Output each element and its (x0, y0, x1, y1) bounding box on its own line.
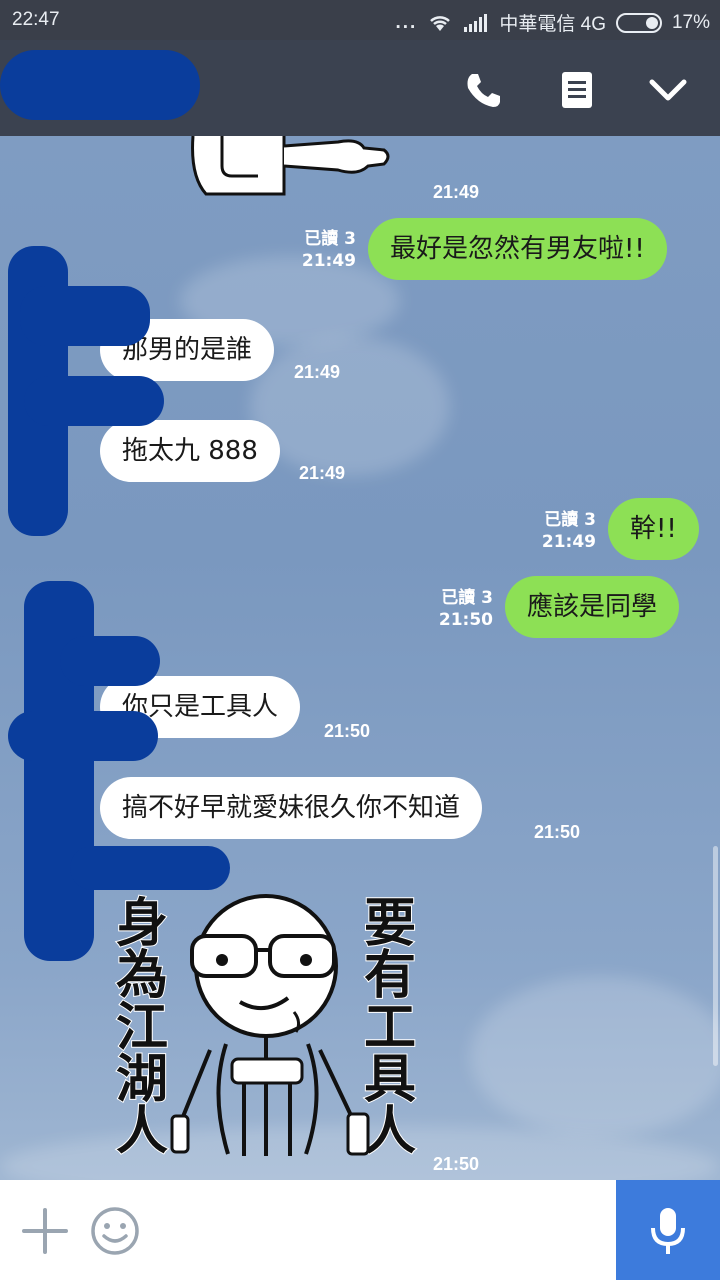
outgoing-message[interactable]: 最好是忽然有男友啦!! (368, 218, 667, 280)
sticker-text-left: 身 為 江 湖 人 (115, 894, 169, 1162)
tool-man-sticker[interactable]: 身 為 江 湖 人 要 有 工 具 人 (110, 894, 430, 1164)
message-time: 21:50 (534, 822, 581, 842)
read-count: 已讀 3 (441, 588, 493, 608)
redacted-contact-name (0, 50, 200, 120)
status-indicators: ... 中華電信 4G 17% (396, 9, 711, 36)
redacted-avatar (24, 376, 164, 426)
background-cloud (250, 336, 450, 476)
chat-messages[interactable]: 21:49 已讀 3 21:49 最好是忽然有男友啦!! 那男的是誰 21:49… (0, 136, 720, 1180)
incoming-message[interactable]: 拖太九 888 (100, 420, 280, 482)
redacted-avatar (8, 711, 158, 761)
microphone-icon (651, 1208, 685, 1254)
message-time: 21:49 (301, 251, 356, 271)
read-receipt: 已讀 3 21:50 (433, 587, 493, 631)
scrollbar[interactable] (713, 846, 718, 1066)
emoji-icon[interactable] (90, 1206, 140, 1256)
battery-percent: 17% (671, 11, 710, 33)
battery-icon (615, 12, 662, 33)
carrier-label: 中華電信 4G (499, 14, 606, 35)
notification-dots: ... (395, 11, 418, 33)
message-input-bar (0, 1180, 720, 1280)
message-time: 21:49 (299, 463, 346, 483)
message-time: 21:49 (541, 532, 596, 552)
notes-icon[interactable] (557, 70, 597, 110)
background-cloud (470, 976, 720, 1136)
incoming-message[interactable]: 搞不好早就愛妹很久你不知道 (100, 777, 483, 839)
message-time: 21:49 (294, 362, 341, 382)
read-count: 已讀 3 (304, 229, 356, 249)
message-time: 21:50 (433, 1154, 480, 1174)
status-bar: 22:47 ... 中華電信 4G 17% (0, 0, 720, 40)
redacted-avatar (20, 286, 150, 346)
status-time: 22:47 (12, 9, 60, 30)
redacted-avatar (60, 636, 160, 686)
message-time: 21:49 (433, 182, 480, 202)
outgoing-message[interactable]: 幹!! (608, 498, 699, 560)
chevron-down-icon[interactable] (648, 70, 688, 110)
chat-header (0, 40, 720, 136)
signal-icon (464, 13, 488, 32)
redacted-avatar (70, 846, 230, 890)
sticker-fragment (191, 136, 390, 196)
message-time: 21:50 (438, 610, 493, 630)
plus-icon[interactable] (22, 1208, 68, 1254)
wifi-icon (430, 15, 451, 31)
read-receipt: 已讀 3 21:49 (296, 228, 356, 272)
outgoing-message[interactable]: 應該是同學 (505, 576, 680, 638)
message-time: 21:50 (324, 721, 371, 741)
read-receipt: 已讀 3 21:49 (536, 509, 596, 553)
read-count: 已讀 3 (544, 510, 596, 530)
stick-figure-drawing (170, 894, 370, 1156)
phone-icon[interactable] (463, 70, 503, 110)
microphone-button[interactable] (616, 1180, 720, 1280)
